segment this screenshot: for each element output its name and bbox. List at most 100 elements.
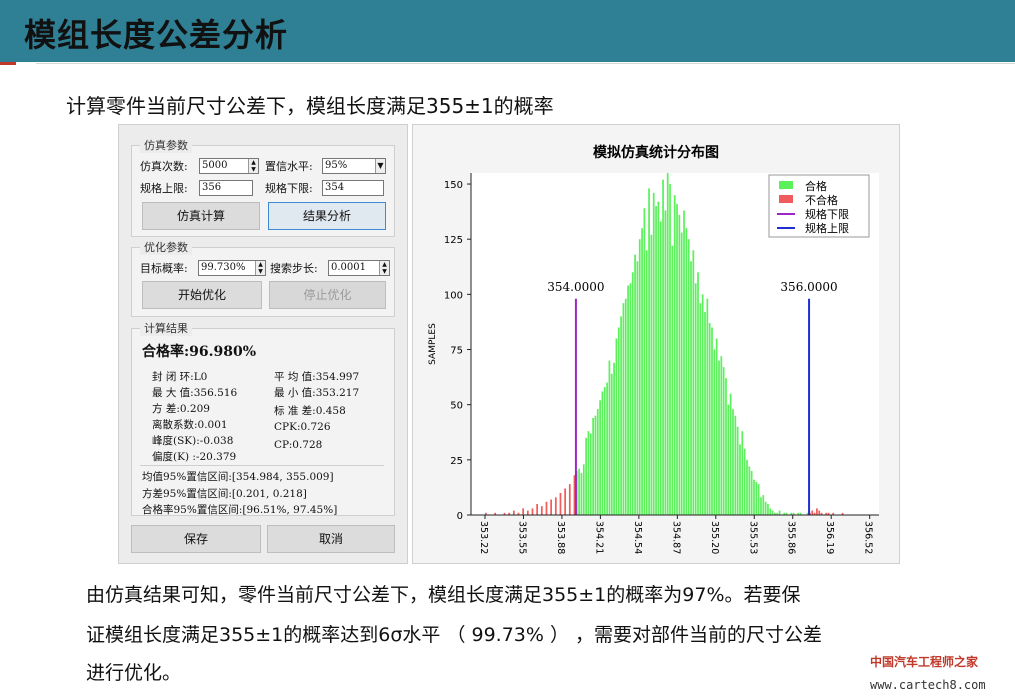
mean-value: 平 均 值:354.997 [274, 371, 360, 383]
legend-label: 规格下限 [805, 207, 849, 221]
slide-header: 模组长度公差分析 [0, 0, 1015, 62]
histogram-bar [559, 492, 562, 515]
histogram-bar [680, 232, 683, 515]
histogram-bar [671, 245, 674, 515]
histogram-bar [708, 323, 711, 515]
lower-limit-input[interactable]: 354 [322, 180, 384, 196]
histogram-bar [627, 285, 629, 515]
y-tick-label: 25 [450, 456, 463, 467]
save-button[interactable]: 保存 [131, 525, 261, 553]
stddev-value: 标 准 差:0.458 [274, 405, 346, 417]
histogram-bar [692, 250, 695, 515]
conclusion-line-2: 证模组长度满足355±1的概率达到6σ水平 （ 99.73% ） ，需要对部件当… [86, 624, 823, 646]
histogram-bar [594, 415, 597, 515]
histogram-bar [531, 508, 534, 515]
histogram-bar [550, 499, 552, 515]
histogram-bar [662, 179, 664, 515]
histogram-bar [697, 272, 699, 515]
histogram-bar [601, 391, 604, 515]
x-tick-label: 354.54 [632, 521, 643, 554]
cancel-button[interactable]: 取消 [267, 525, 395, 553]
min-value: 最 小 值:353.217 [274, 387, 360, 399]
y-tick-label: 75 [450, 346, 463, 357]
results-divider [140, 465, 384, 466]
cv-value: 离散系数:0.001 [152, 419, 228, 431]
x-tick-label: 354.21 [593, 521, 604, 554]
upper-limit-input[interactable]: 356 [199, 180, 253, 196]
histogram-bar [613, 362, 615, 515]
histogram-bar [585, 437, 587, 515]
histogram-bar [540, 506, 543, 515]
histogram-bar [760, 497, 762, 515]
lower-limit-label: 规格下限: [265, 182, 313, 195]
histogram-bar [722, 367, 725, 515]
histogram-bar [706, 298, 709, 515]
chart-title: 模拟仿真统计分布图 [593, 144, 719, 161]
analyze-results-button[interactable]: 结果分析 [268, 202, 386, 230]
search-step-input[interactable]: 0.0001 ▲ ▼ [328, 260, 390, 276]
sim-params-title: 仿真参数 [140, 137, 192, 153]
opt-params-group: 优化参数 目标概率: 99.730% ▲ ▼ 搜索步长: 0.0001 ▲ ▼ 开始… [131, 239, 395, 317]
histogram-bar [634, 254, 636, 515]
mean-ci-value: 均值95%置信区间:[354.984, 355.009] [142, 471, 334, 483]
stop-optimize-button[interactable]: 停止优化 [269, 281, 386, 309]
histogram-bar [690, 261, 692, 515]
histogram-bar [568, 484, 571, 515]
histogram-bar [669, 184, 671, 515]
histogram-bar [762, 495, 765, 515]
y-axis-label: SAMPLES [428, 323, 438, 365]
header-accent-bar [0, 62, 16, 65]
histogram-bar [727, 404, 730, 515]
y-tick-label: 100 [444, 290, 463, 301]
y-tick-label: 50 [450, 401, 463, 412]
header-divider [36, 63, 1015, 64]
histogram-bar [587, 431, 590, 515]
closed-loop-value: 封 闭 环:L0 [152, 371, 208, 383]
histogram-bar [713, 349, 716, 515]
histogram-bar [746, 459, 748, 515]
histogram-bar [732, 409, 734, 515]
footer-brand: 中国汽车工程师之家 [870, 655, 979, 669]
max-value: 最 大 值:356.516 [152, 387, 238, 399]
histogram-bar [701, 294, 704, 515]
search-step-label: 搜索步长: [270, 262, 318, 275]
skewness-value: 偏度(K) :-20.379 [152, 451, 237, 463]
upper-limit-label: 规格上限: [140, 182, 188, 195]
histogram-bar [659, 221, 662, 515]
target-prob-input[interactable]: 99.730% ▲ ▼ [198, 260, 266, 276]
legend-label: 规格上限 [805, 221, 849, 235]
histogram-bar [629, 283, 632, 515]
results-title: 计算结果 [140, 320, 192, 336]
legend-swatch [779, 181, 793, 189]
confidence-select[interactable]: 95% ▼ [322, 158, 386, 174]
spin-arrows-icon[interactable]: ▲ ▼ [379, 261, 389, 275]
histogram-bar [592, 417, 594, 515]
histogram-bar [641, 228, 643, 515]
histogram-bar [704, 312, 706, 515]
simulation-panel: 仿真参数 仿真次数: 5000 ▲ ▼ 置信水平: 95% ▼ 规格上限: 356… [118, 124, 408, 564]
x-tick-label: 354.87 [670, 521, 681, 554]
histogram-bar [636, 261, 639, 515]
histogram-bar [757, 484, 760, 515]
legend-swatch [779, 195, 793, 203]
x-tick-label: 353.22 [478, 521, 489, 554]
x-tick-label: 353.55 [516, 521, 527, 554]
distribution-chart: 模拟仿真统计分布图 SAMPLES 0 25 50 75 100 125 150 353.22 35… [412, 124, 900, 564]
histogram-bar [606, 382, 608, 515]
simulate-button[interactable]: 仿真计算 [142, 202, 260, 230]
spin-arrows-icon[interactable]: ▲ ▼ [248, 159, 258, 173]
histogram-bar [564, 488, 566, 515]
histogram-bar [715, 338, 718, 515]
histogram-bar [741, 431, 744, 515]
start-optimize-button[interactable]: 开始优化 [142, 281, 262, 309]
x-tick-label: 356.52 [863, 521, 874, 554]
spin-arrows-icon[interactable]: ▲ ▼ [255, 261, 265, 275]
histogram-bar [718, 360, 720, 515]
kurtosis-value: 峰度(SK):-0.038 [152, 435, 234, 447]
sim-params-group: 仿真参数 仿真次数: 5000 ▲ ▼ 置信水平: 95% ▼ 规格上限: 356… [131, 137, 395, 237]
confidence-label: 置信水平: [265, 160, 313, 173]
x-tick-label: 355.20 [709, 521, 720, 554]
chevron-down-icon[interactable]: ▼ [375, 159, 385, 173]
histogram-bar [664, 210, 667, 515]
sim-count-input[interactable]: 5000 ▲ ▼ [199, 158, 259, 174]
